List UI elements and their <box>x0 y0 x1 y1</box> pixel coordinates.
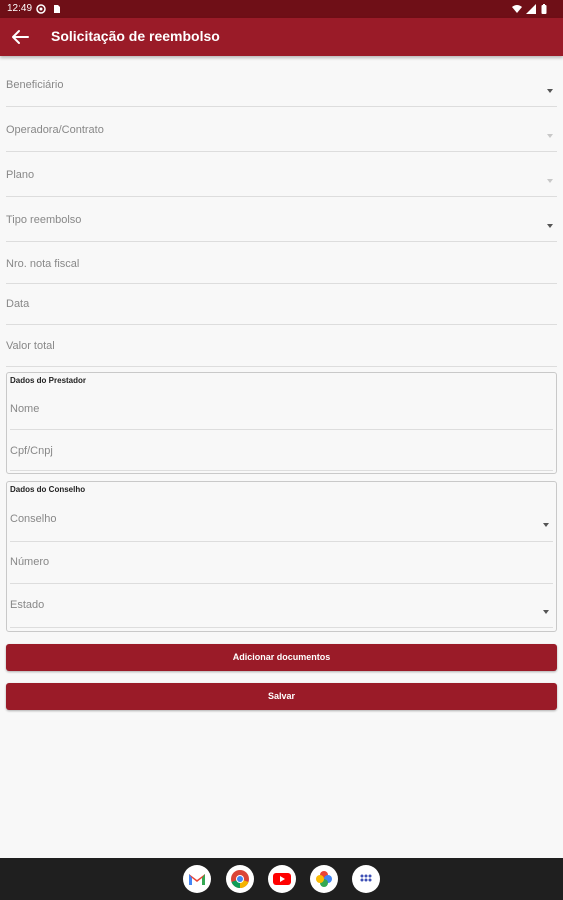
data-input[interactable]: Data <box>6 284 557 325</box>
plano-label: Plano <box>6 169 35 181</box>
nota-fiscal-input[interactable]: Nro. nota fiscal <box>6 242 557 284</box>
conselho-section-title: Dados do Conselho <box>10 485 86 494</box>
chevron-down-icon <box>543 523 549 527</box>
sim-card-icon <box>54 5 60 13</box>
status-time: 12:49 <box>7 3 33 14</box>
conselho-section: Dados do Conselho Conselho Número Estado <box>6 481 557 632</box>
nome-label: Nome <box>10 403 40 415</box>
chevron-down-icon <box>547 89 553 93</box>
beneficiario-label: Beneficiário <box>6 79 64 91</box>
chevron-down-icon <box>547 224 553 228</box>
chevron-down-icon <box>547 179 553 183</box>
chevron-down-icon <box>543 610 549 614</box>
valor-total-label: Valor total <box>6 340 55 352</box>
operadora-select[interactable]: Operadora/Contrato <box>6 107 557 152</box>
tipo-reembolso-select[interactable]: Tipo reembolso <box>6 197 557 242</box>
estado-select[interactable]: Estado <box>10 585 553 628</box>
photos-icon[interactable] <box>310 865 338 893</box>
page-title: Solicitação de reembolso <box>51 28 220 44</box>
beneficiario-select[interactable]: Beneficiário <box>6 62 557 107</box>
status-bar: 12:49 <box>0 0 563 18</box>
gmail-icon[interactable] <box>183 865 211 893</box>
operadora-label: Operadora/Contrato <box>6 124 104 136</box>
settings-status-icon <box>36 4 46 14</box>
numero-label: Número <box>10 556 50 568</box>
app-bar: Solicitação de reembolso <box>0 18 563 56</box>
battery-icon <box>541 4 547 14</box>
app-drawer-icon[interactable] <box>352 865 380 893</box>
prestador-section-title: Dados do Prestador <box>10 376 87 385</box>
prestador-section: Dados do Prestador Nome Cpf/Cnpj <box>6 372 557 474</box>
save-button[interactable]: Salvar <box>6 683 557 710</box>
wifi-icon <box>512 5 522 13</box>
back-arrow-icon[interactable] <box>10 28 30 46</box>
conselho-select[interactable]: Conselho <box>10 498 553 542</box>
dock <box>0 858 563 900</box>
estado-label: Estado <box>10 599 45 611</box>
numero-input[interactable]: Número <box>10 543 553 584</box>
chrome-icon[interactable] <box>226 865 254 893</box>
chevron-down-icon <box>547 134 553 138</box>
data-label: Data <box>6 298 30 310</box>
nome-input[interactable]: Nome <box>10 389 553 430</box>
youtube-icon[interactable] <box>268 865 296 893</box>
add-documents-button[interactable]: Adicionar documentos <box>6 644 557 671</box>
cpf-cnpj-label: Cpf/Cnpj <box>10 445 53 457</box>
signal-icon <box>526 4 536 14</box>
valor-total-input[interactable]: Valor total <box>6 325 557 367</box>
tipo-reembolso-label: Tipo reembolso <box>6 214 82 226</box>
plano-select[interactable]: Plano <box>6 152 557 197</box>
nota-fiscal-label: Nro. nota fiscal <box>6 258 80 270</box>
conselho-label: Conselho <box>10 513 57 525</box>
cpf-cnpj-input[interactable]: Cpf/Cnpj <box>10 431 553 471</box>
